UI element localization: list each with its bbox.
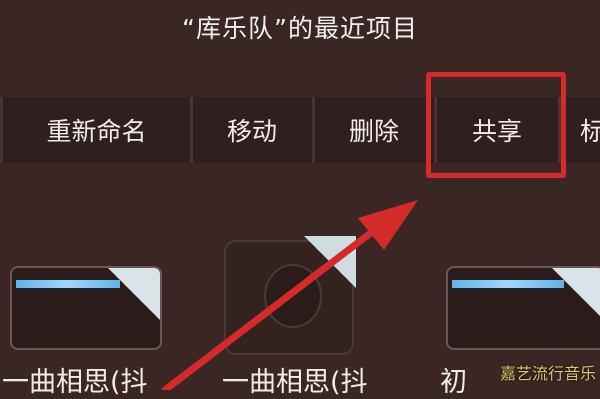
menu-divider: [0, 97, 3, 163]
page-fold-icon: [552, 268, 600, 320]
watermark: 嘉艺流行音乐: [500, 364, 597, 383]
waveform-bar: [16, 280, 120, 288]
project-thumbnail[interactable]: [446, 266, 600, 350]
project-thumbnail-dragging[interactable]: [224, 236, 356, 355]
page-fold-icon: [108, 268, 160, 320]
menu-item-delete[interactable]: 删除: [316, 97, 432, 163]
menu-divider: [190, 97, 193, 163]
project-thumbnail[interactable]: [10, 266, 162, 350]
menu-item-rename[interactable]: 重新命名: [4, 97, 189, 163]
waveform-bar: [452, 280, 564, 288]
page-fold-icon: [304, 236, 356, 288]
file-name: 一曲相思(抖: [222, 367, 368, 398]
menu-item-move[interactable]: 移动: [194, 97, 310, 163]
file-name: 初: [440, 367, 467, 398]
page-title: “库乐队”的最近项目: [182, 14, 418, 43]
highlight-box: [426, 72, 566, 178]
menu-divider: [312, 97, 315, 163]
file-name: 一曲相思(抖: [2, 367, 148, 398]
menu-item-tag[interactable]: 标: [580, 97, 600, 163]
